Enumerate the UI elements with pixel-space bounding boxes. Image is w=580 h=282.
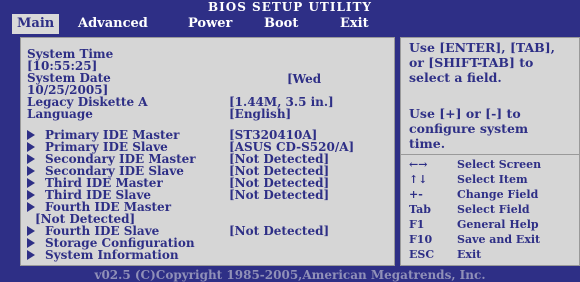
fourth-ide-slave-value: [Not Detected]	[229, 224, 330, 238]
submenu-arrow-icon	[27, 166, 35, 176]
key-f1: F1	[409, 218, 425, 231]
submenu-arrow-icon	[27, 190, 35, 200]
submenu-arrow-icon	[27, 142, 35, 152]
arrows-left-right-icon: ←→	[409, 158, 428, 171]
submenu-arrow-icon	[27, 178, 35, 188]
key-desc: Exit	[457, 248, 482, 261]
tab-advanced[interactable]: Advanced	[78, 15, 148, 33]
help-line: Use [+] or [-] to	[409, 106, 521, 121]
language-label[interactable]: Language	[27, 108, 93, 120]
help-line: configure system	[409, 121, 529, 136]
arrows-up-down-icon: ↑↓	[409, 173, 428, 186]
help-divider	[401, 154, 579, 155]
settings-panel: System Time [10:55:25] System Date [Wed …	[20, 37, 395, 266]
help-line: select a field.	[409, 70, 502, 85]
submenu-system-information[interactable]: System Information	[45, 249, 179, 261]
submenu-arrow-icon	[27, 202, 35, 212]
submenu-arrow-icon	[27, 226, 35, 236]
bios-header: BIOS SETUP UTILITY Main Advanced Power B…	[0, 0, 580, 34]
key-plus-minus: +-	[409, 188, 423, 201]
help-line: or [SHIFT-TAB] to	[409, 55, 534, 70]
copyright-footer: v02.5 (C)Copyright 1985-2005,American Me…	[94, 268, 486, 282]
submenu-arrow-icon	[27, 130, 35, 140]
key-desc: Select Screen	[457, 158, 542, 171]
submenu-arrow-icon	[27, 238, 35, 248]
help-panel: Use [ENTER], [TAB], or [SHIFT-TAB] to se…	[400, 37, 580, 266]
key-desc: Change Field	[457, 188, 539, 201]
help-line: time.	[409, 136, 446, 151]
help-line: Use [ENTER], [TAB],	[409, 40, 556, 55]
tab-boot[interactable]: Boot	[264, 15, 298, 33]
submenu-arrow-icon	[27, 250, 35, 260]
language-value[interactable]: [English]	[229, 108, 291, 120]
key-f10: F10	[409, 233, 433, 246]
utility-title: BIOS SETUP UTILITY	[207, 0, 372, 14]
submenu-arrow-icon	[27, 154, 35, 164]
bios-screen: BIOS SETUP UTILITY Main Advanced Power B…	[0, 0, 580, 282]
key-desc: Save and Exit	[457, 233, 541, 246]
key-tab: Tab	[409, 203, 431, 216]
third-ide-slave-value: [Not Detected]	[229, 188, 330, 202]
tab-main[interactable]: Main	[12, 14, 60, 34]
key-desc: General Help	[457, 218, 539, 231]
tab-power[interactable]: Power	[188, 15, 232, 33]
key-desc: Select Item	[457, 173, 528, 186]
key-desc: Select Field	[457, 203, 530, 216]
tab-exit[interactable]: Exit	[340, 15, 369, 33]
system-date-value[interactable]: [Wed	[287, 73, 321, 85]
key-esc: ESC	[409, 248, 435, 261]
